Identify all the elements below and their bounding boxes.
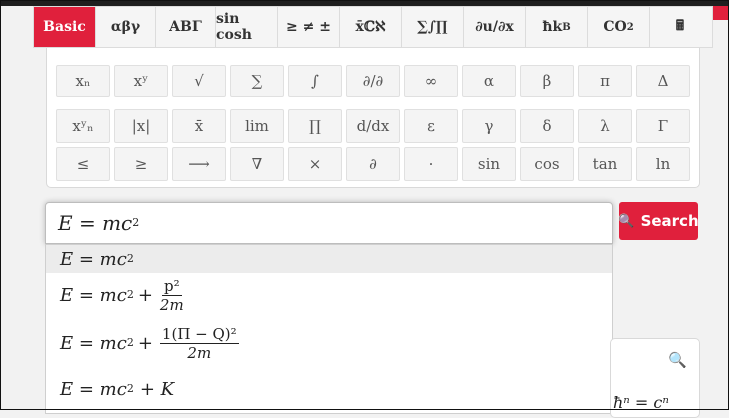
- tab-label: ΑΒΓ: [169, 19, 202, 35]
- row2-key-8[interactable]: δ: [520, 109, 574, 143]
- row2-key-5[interactable]: d/dx: [346, 109, 400, 143]
- row1-key-5[interactable]: ∂/∂: [346, 65, 400, 97]
- row1-key-8[interactable]: β: [520, 65, 574, 97]
- row1-key-4[interactable]: ∫: [288, 65, 342, 97]
- tab-label: x̄ℂℵ: [355, 19, 386, 35]
- tab-0[interactable]: Basic: [34, 7, 96, 47]
- suggestion-item[interactable]: E = mc 2 + K: [46, 369, 612, 409]
- tab-label: 🖩: [675, 18, 685, 34]
- row1-key-1[interactable]: xʸ: [114, 65, 168, 97]
- suggestion-item[interactable]: E = mc 2 + p² 2m: [46, 273, 612, 317]
- search-icon: 🔍: [618, 213, 635, 229]
- tab-7[interactable]: ∂u/∂x: [464, 7, 526, 47]
- row3-key-7[interactable]: sin: [462, 147, 516, 181]
- row2-key-2[interactable]: x̄: [172, 109, 226, 143]
- row3-key-5[interactable]: ∂: [346, 147, 400, 181]
- tab-subscript: B: [562, 21, 571, 33]
- tab-label: CO: [603, 19, 627, 35]
- tab-10[interactable]: 🖩: [650, 7, 710, 47]
- tab-4[interactable]: ≥ ≠ ±: [278, 7, 340, 47]
- key-grid-row1: xₙ xʸ √ ∑ ∫ ∂/∂ ∞ α β π Δ: [56, 65, 690, 97]
- row1-key-3[interactable]: ∑: [230, 65, 284, 97]
- row3-key-1[interactable]: ≥: [114, 147, 168, 181]
- tab-label: sin cosh: [216, 11, 252, 43]
- row2-key-1[interactable]: |x|: [114, 109, 168, 143]
- tab-2[interactable]: ΑΒΓ: [156, 7, 216, 47]
- row1-key-7[interactable]: α: [462, 65, 516, 97]
- tab-label: ∑∫∏: [417, 19, 448, 35]
- tab-9[interactable]: CO 2: [588, 7, 650, 47]
- row1-key-2[interactable]: √: [172, 65, 226, 97]
- tab-1[interactable]: αβγ: [96, 7, 156, 47]
- key-grid-row3: ≤ ≥ ⟶ ∇ × ∂ · sin cos tan ln: [56, 147, 690, 181]
- fraction: 1(Π − Q)² 2m: [159, 324, 239, 362]
- header-accent: [712, 6, 729, 20]
- tab-subscript: 2: [626, 21, 634, 33]
- row2-key-3[interactable]: lim: [230, 109, 284, 143]
- suggestion-item[interactable]: E = mc 2: [46, 245, 612, 273]
- row3-key-6[interactable]: ·: [404, 147, 458, 181]
- row1-key-0[interactable]: xₙ: [56, 65, 110, 97]
- tab-label: αβγ: [110, 19, 141, 35]
- search-button[interactable]: 🔍 Search: [618, 202, 699, 240]
- row3-key-8[interactable]: cos: [520, 147, 574, 181]
- row2-key-10[interactable]: Γ: [636, 109, 690, 143]
- key-grid-row2: xʸₙ |x| x̄ lim ∏ d/dx ε γ δ λ Γ: [56, 109, 690, 143]
- tab-label: Basic: [43, 19, 86, 35]
- row2-key-0[interactable]: xʸₙ: [56, 109, 110, 143]
- row3-key-3[interactable]: ∇: [230, 147, 284, 181]
- suggestion-text: E = mc: [60, 248, 127, 270]
- row2-key-7[interactable]: γ: [462, 109, 516, 143]
- search-value: E = mc: [58, 211, 133, 235]
- fraction-denominator: 2m: [159, 295, 184, 314]
- row3-key-2[interactable]: ⟶: [172, 147, 226, 181]
- row3-key-4[interactable]: ×: [288, 147, 342, 181]
- row2-key-9[interactable]: λ: [578, 109, 632, 143]
- fraction: p² 2m: [160, 277, 184, 314]
- fraction-denominator: 2m: [187, 343, 212, 362]
- tab-label: ħk: [542, 19, 563, 35]
- suggestion-suffix: + K: [139, 378, 175, 400]
- row1-key-10[interactable]: Δ: [636, 65, 690, 97]
- card-fragment: ħⁿ = cⁿ: [613, 393, 669, 412]
- suggestion-text: E = mc: [60, 284, 127, 306]
- suggestion-dropdown: E = mc 2 E = mc 2 + p² 2m E = mc 2 + 1(Π − Q)²…: [45, 244, 613, 414]
- plus-sign: +: [137, 332, 153, 354]
- row1-key-6[interactable]: ∞: [404, 65, 458, 97]
- suggestion-item[interactable]: E = mc 2 + 1(Π − Q)² 2m: [46, 317, 612, 369]
- suggestion-text: E = mc: [60, 378, 127, 400]
- tab-8[interactable]: ħk B: [526, 7, 588, 47]
- plus-sign: +: [137, 284, 153, 306]
- symbol-tabs: Basic αβγ ΑΒΓ sin cosh ≥ ≠ ± x̄ℂℵ ∑∫∏ ∂u/∂x ħk B C…: [33, 6, 713, 48]
- row3-key-0[interactable]: ≤: [56, 147, 110, 181]
- tab-label: ∂u/∂x: [475, 19, 514, 35]
- tab-label: ≥ ≠ ±: [286, 19, 331, 35]
- suggestion-text: E = mc: [60, 332, 127, 354]
- tab-6[interactable]: ∑∫∏: [402, 7, 464, 47]
- fraction-numerator: p²: [162, 276, 182, 296]
- fraction-numerator: 1(Π − Q)²: [159, 324, 239, 344]
- row1-key-9[interactable]: π: [578, 65, 632, 97]
- right-search-card: 🔍 ħⁿ = cⁿ: [610, 338, 700, 418]
- search-icon[interactable]: 🔍: [668, 351, 687, 369]
- search-input[interactable]: E = mc 2: [45, 202, 613, 244]
- tab-5[interactable]: x̄ℂℵ: [340, 7, 402, 47]
- row2-key-4[interactable]: ∏: [288, 109, 342, 143]
- tab-3[interactable]: sin cosh: [216, 7, 278, 47]
- row2-key-6[interactable]: ε: [404, 109, 458, 143]
- row3-key-9[interactable]: tan: [578, 147, 632, 181]
- search-button-label: Search: [640, 212, 699, 230]
- row3-key-10[interactable]: ln: [636, 147, 690, 181]
